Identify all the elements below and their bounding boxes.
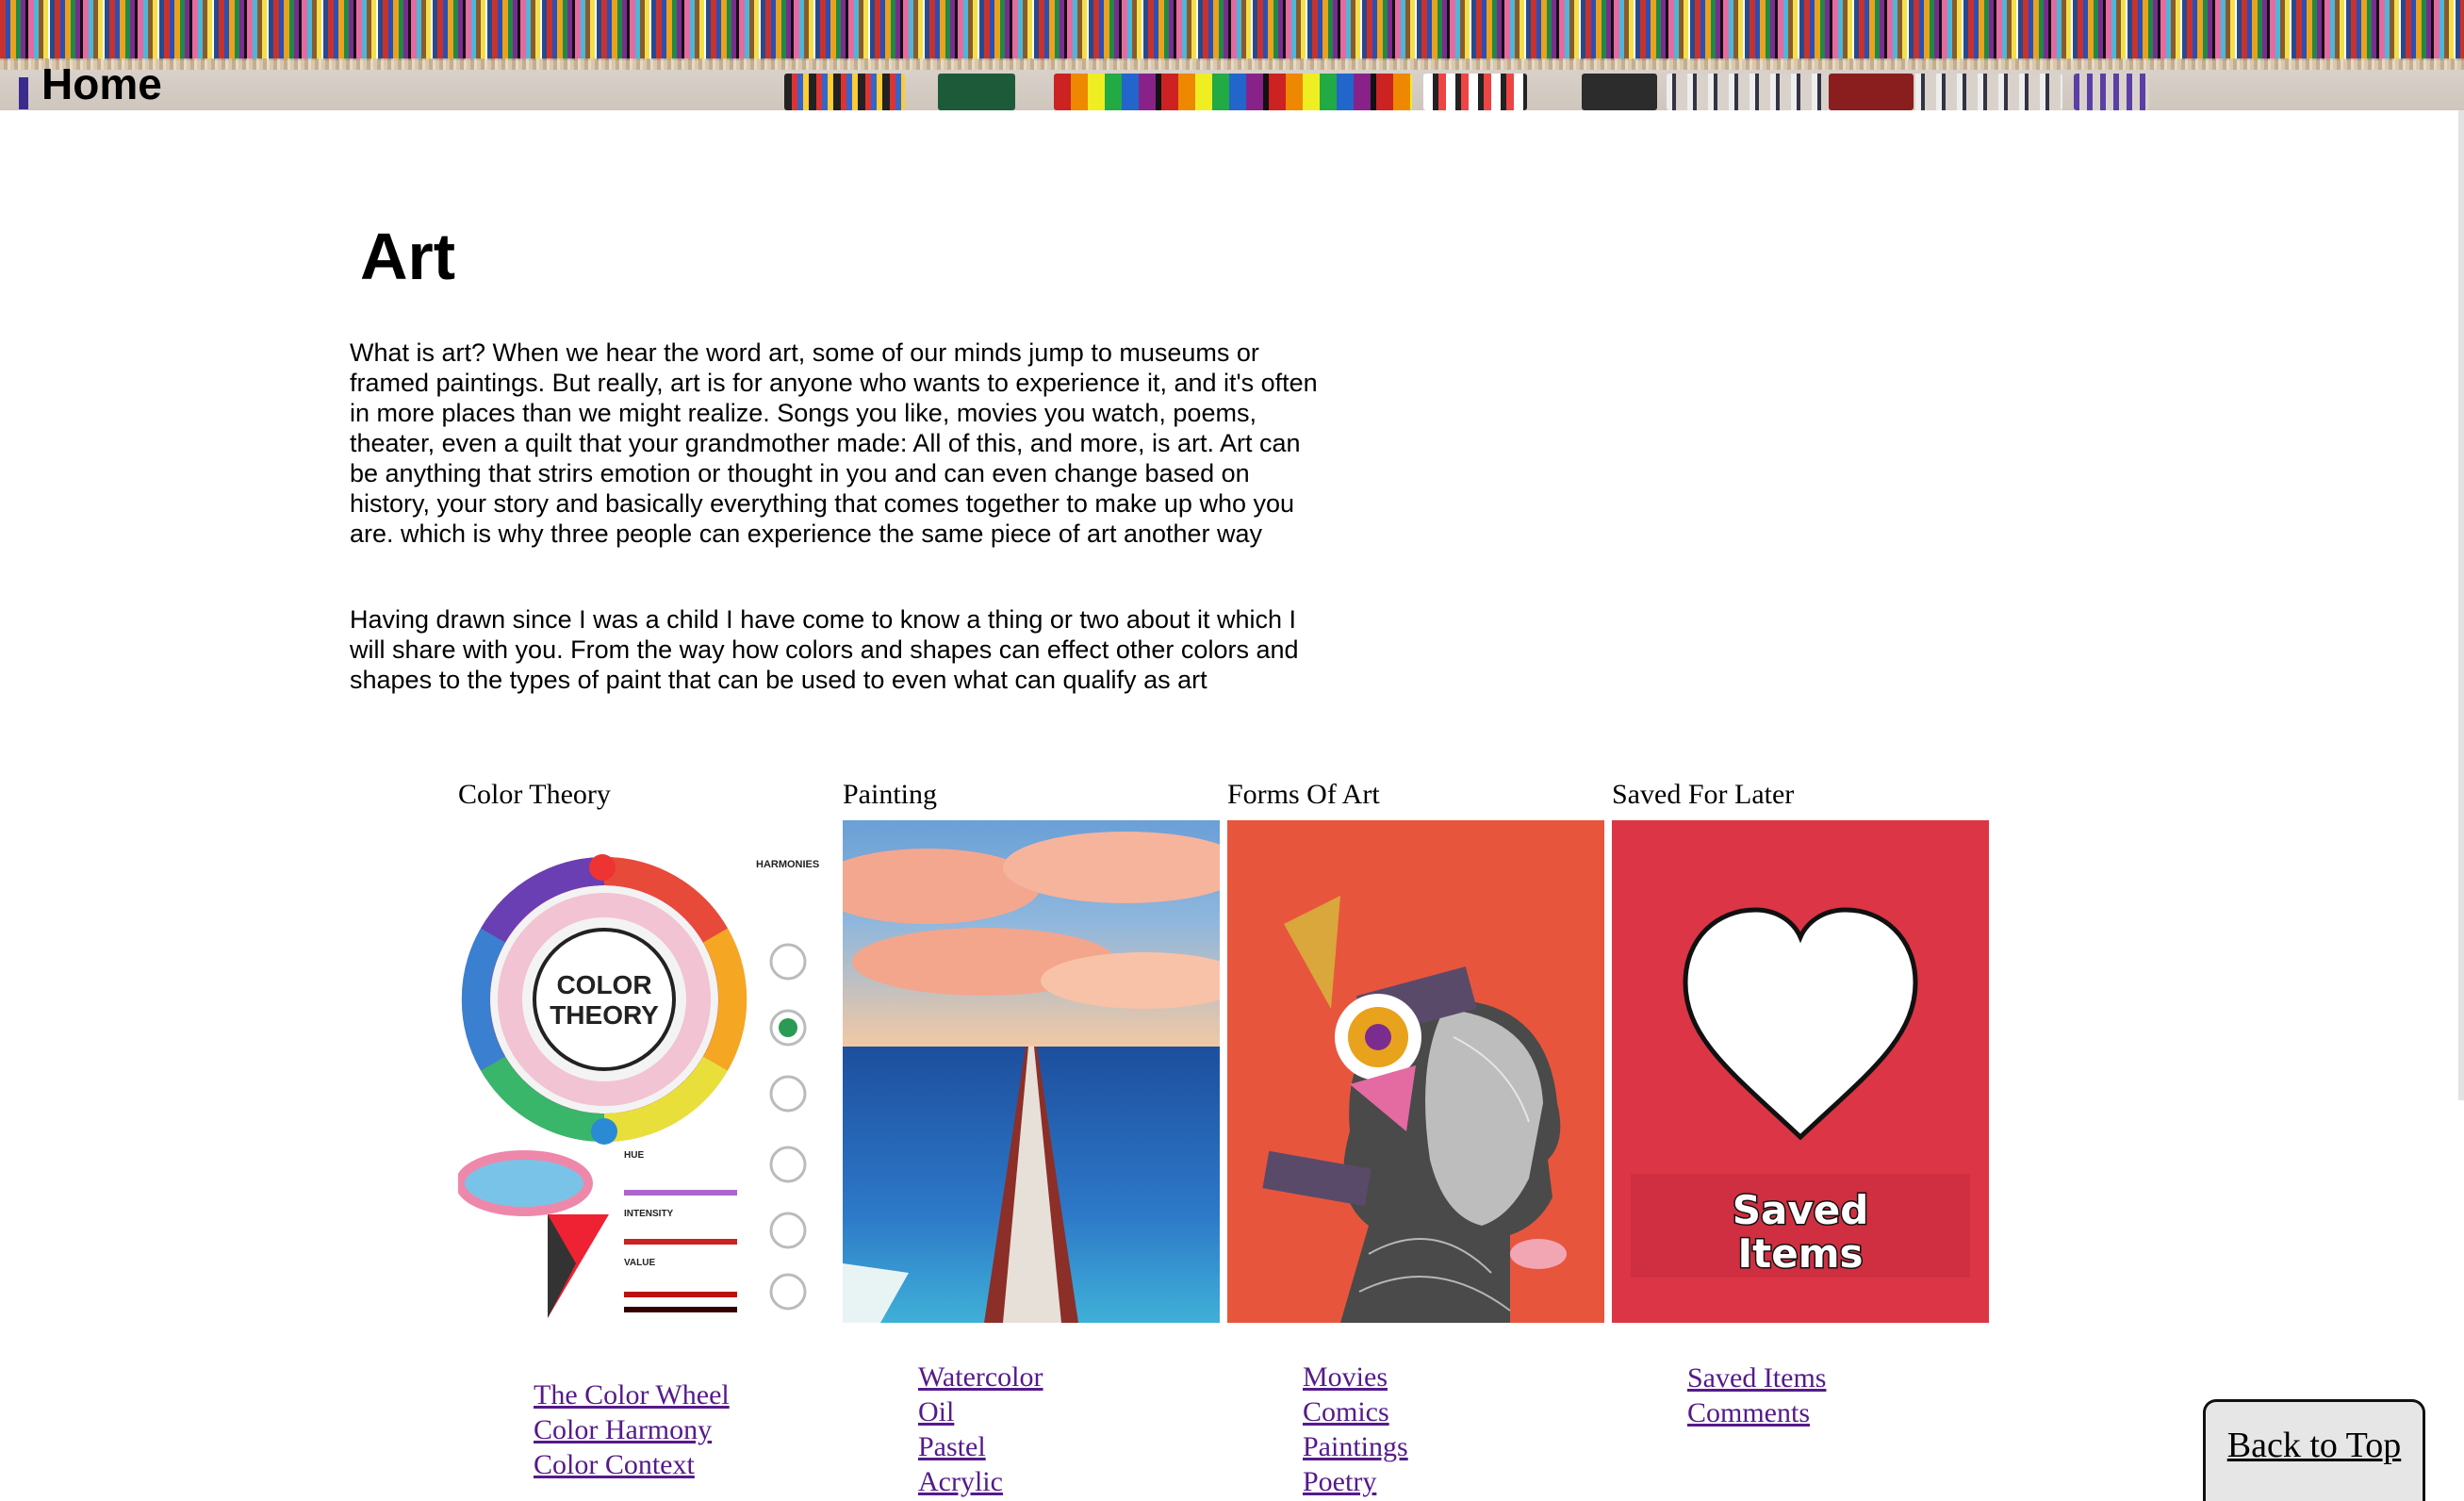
pens-image: [2074, 74, 2149, 110]
link-comics[interactable]: Comics: [1303, 1396, 1389, 1427]
painting-links: Watercolor Oil Pastel Acrylic: [918, 1360, 1043, 1499]
header-banner: Home: [0, 0, 2464, 110]
link-acrylic[interactable]: Acrylic: [918, 1466, 1003, 1497]
collage-portrait-graphic: [1227, 820, 1604, 1323]
saved-text-line2: Items: [1738, 1230, 1864, 1277]
pencil-tips: [0, 58, 2464, 70]
list-item: The Color Wheel: [534, 1377, 730, 1412]
heart-icon: [1683, 907, 1918, 1141]
colored-pencils-image: [0, 0, 2464, 60]
list-item: Oil: [918, 1394, 1043, 1429]
link-paintings[interactable]: Paintings: [1303, 1431, 1408, 1462]
list-item: Pastel: [918, 1429, 1043, 1464]
paint-set-image: [938, 74, 1015, 110]
hue-label: HUE: [624, 1150, 644, 1161]
page-title: Art: [360, 220, 456, 293]
list-item: Comments: [1687, 1395, 1826, 1430]
markers-image: [1829, 74, 1914, 110]
color-theory-links: The Color Wheel Color Harmony Color Cont…: [534, 1377, 730, 1482]
list-item: Acrylic: [918, 1464, 1043, 1499]
color-theory-image[interactable]: COLOR THEORY HARMONIES HUE INTENSITY VAL…: [458, 820, 835, 1323]
link-poetry[interactable]: Poetry: [1303, 1466, 1376, 1497]
list-item: Color Harmony: [534, 1412, 730, 1447]
list-item: Watercolor: [918, 1360, 1043, 1394]
watercolor-box-image: [1582, 74, 1657, 110]
card-title-saved-for-later: Saved For Later: [1612, 779, 1795, 810]
home-link[interactable]: Home: [41, 62, 162, 106]
link-comments[interactable]: Comments: [1687, 1397, 1810, 1428]
forms-of-art-image[interactable]: [1227, 820, 1604, 1323]
back-to-top-button[interactable]: Back to Top: [2203, 1399, 2425, 1501]
intro-paragraph-2: Having drawn since I was a child I have …: [350, 605, 1299, 694]
list-item: Color Context: [534, 1447, 730, 1482]
paint-palette-image: [1054, 74, 1412, 110]
link-movies[interactable]: Movies: [1303, 1361, 1388, 1393]
card-title-forms-of-art: Forms Of Art: [1227, 779, 1380, 810]
link-color-context[interactable]: Color Context: [534, 1449, 695, 1480]
link-oil[interactable]: Oil: [918, 1396, 954, 1427]
link-watercolor[interactable]: Watercolor: [918, 1361, 1043, 1393]
card-title-painting: Painting: [843, 779, 938, 810]
list-item: Poetry: [1303, 1464, 1408, 1499]
intro-paragraph: What is art? When we hear the word art, …: [350, 338, 1318, 548]
list-item: Comics: [1303, 1394, 1408, 1429]
saved-links: Saved Items Comments: [1687, 1361, 1826, 1430]
saved-items-image[interactable]: Saved Items: [1612, 820, 1989, 1323]
forms-of-art-links: Movies Comics Paintings Poetry: [1303, 1360, 1408, 1499]
link-saved-items[interactable]: Saved Items: [1687, 1362, 1826, 1394]
value-label: VALUE: [624, 1258, 655, 1268]
pier-painting-graphic: [843, 820, 1220, 1323]
list-item: Paintings: [1303, 1429, 1408, 1464]
saved-text-line1: Saved: [1733, 1187, 1869, 1233]
list-item: Movies: [1303, 1360, 1408, 1394]
harmonies-heading: HARMONIES: [756, 859, 819, 870]
paint-pots-image: [1423, 74, 1527, 110]
painting-image[interactable]: [843, 820, 1220, 1323]
intensity-label: INTENSITY: [624, 1209, 674, 1219]
link-color-wheel[interactable]: The Color Wheel: [534, 1379, 730, 1410]
paint-tray-image: [784, 74, 905, 110]
scrollbar[interactable]: [2458, 110, 2464, 1100]
heart-graphic: Saved Items: [1631, 907, 1970, 1278]
list-item: Saved Items: [1687, 1361, 1826, 1395]
home-mark: [19, 77, 28, 109]
wheel-text-theory: THEORY: [550, 1000, 659, 1030]
card-title-color-theory: Color Theory: [458, 779, 611, 810]
link-pastel[interactable]: Pastel: [918, 1431, 986, 1462]
link-color-harmony[interactable]: Color Harmony: [534, 1414, 712, 1445]
wheel-text-color: COLOR: [556, 970, 651, 999]
color-wheel-graphic: COLOR THEORY HARMONIES HUE INTENSITY VAL…: [458, 854, 819, 1318]
